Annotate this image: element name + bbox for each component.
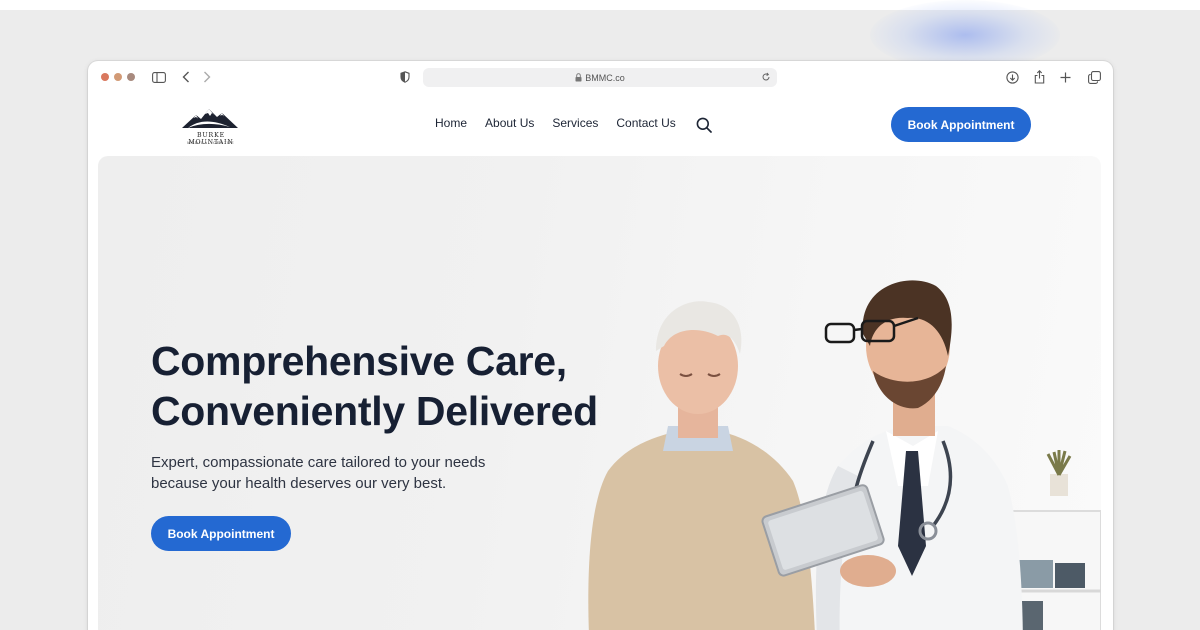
nav-home[interactable]: Home bbox=[435, 116, 467, 130]
browser-toolbar: BMMC.co bbox=[88, 61, 1113, 93]
address-bar[interactable]: BMMC.co bbox=[423, 68, 777, 87]
lock-icon bbox=[575, 73, 582, 82]
maximize-window-button[interactable] bbox=[127, 73, 135, 81]
browser-window: BMMC.co BURKE MOUNTAIN MEDICAL CENTRE Ho… bbox=[88, 61, 1113, 630]
hero-section: Comprehensive Care, Conveniently Deliver… bbox=[98, 156, 1101, 630]
header-book-appointment-button[interactable]: Book Appointment bbox=[891, 107, 1031, 142]
doctor-patient-photo bbox=[588, 280, 1101, 630]
hero-subtitle-line-2: because your health deserves our very be… bbox=[151, 475, 447, 492]
hero-title-line-2: Conveniently Delivered bbox=[151, 388, 598, 434]
hero-book-appointment-button[interactable]: Book Appointment bbox=[151, 516, 291, 551]
hero-title-line-1: Comprehensive Care, bbox=[151, 338, 567, 384]
tab-overview-icon[interactable] bbox=[1087, 69, 1101, 85]
sidebar-toggle-icon[interactable] bbox=[152, 69, 166, 85]
hero-title: Comprehensive Care, Conveniently Deliver… bbox=[151, 336, 621, 436]
minimize-window-button[interactable] bbox=[114, 73, 122, 81]
hero-subtitle: Expert, compassionate care tailored to y… bbox=[151, 452, 541, 494]
backdrop-glow bbox=[870, 0, 1060, 70]
site-logo[interactable]: BURKE MOUNTAIN MEDICAL CENTRE bbox=[174, 103, 248, 147]
main-nav: Home About Us Services Contact Us bbox=[435, 116, 694, 130]
reload-icon[interactable] bbox=[761, 72, 771, 82]
close-window-button[interactable] bbox=[101, 73, 109, 81]
logo-subtitle: MEDICAL CENTRE bbox=[187, 141, 235, 145]
search-icon[interactable] bbox=[696, 117, 712, 133]
back-arrow-icon[interactable] bbox=[181, 69, 191, 85]
nav-about-us[interactable]: About Us bbox=[485, 116, 534, 130]
hero-subtitle-line-1: Expert, compassionate care tailored to y… bbox=[151, 454, 486, 471]
nav-services[interactable]: Services bbox=[552, 116, 598, 130]
privacy-shield-icon[interactable] bbox=[399, 69, 411, 85]
share-icon[interactable] bbox=[1033, 69, 1045, 85]
forward-arrow-icon[interactable] bbox=[202, 69, 212, 85]
nav-contact-us[interactable]: Contact Us bbox=[616, 116, 675, 130]
new-tab-plus-icon[interactable] bbox=[1059, 69, 1071, 85]
url-text: BMMC.co bbox=[585, 72, 625, 83]
site-header: BURKE MOUNTAIN MEDICAL CENTRE Home About… bbox=[88, 93, 1113, 155]
mountain-logo-icon bbox=[182, 109, 238, 128]
download-icon[interactable] bbox=[1005, 69, 1019, 85]
